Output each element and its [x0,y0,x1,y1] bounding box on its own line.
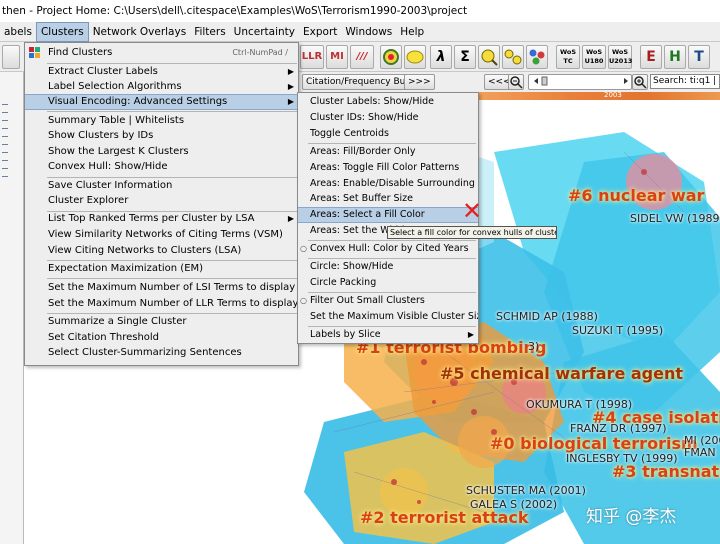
visual-encoding-submenu: Cluster Labels: Show/Hide Cluster IDs: S… [297,92,479,344]
author-label[interactable]: SUZUKI T (1995) [572,324,663,337]
author-label[interactable]: SCHUSTER MA (2001) [466,484,586,497]
next-button[interactable]: >>> [404,74,435,90]
t-button[interactable]: T [688,45,710,69]
author-label[interactable]: FMAN [684,446,716,459]
submenu-item-filter-small[interactable]: ○ Filter Out Small Clusters [298,293,478,309]
left-panel [0,72,24,544]
menu-export[interactable]: Export [299,22,341,42]
menu-item-cluster-explorer[interactable]: Cluster Explorer [25,193,298,209]
menu-item-summarizing-sentences[interactable]: Select Cluster-Summarizing Sentences [25,345,298,361]
yellow-blob-icon[interactable] [404,45,426,69]
menu-help[interactable]: Help [396,22,428,42]
h-button[interactable]: H [664,45,686,69]
zoom-out-icon[interactable] [508,74,524,90]
submenu-item-toggle-centroids[interactable]: Toggle Centroids [298,126,478,142]
submenu-item-circle-show[interactable]: Circle: Show/Hide [298,259,478,275]
colored-nodes-icon[interactable] [526,45,548,69]
menu-item-lsa-networks[interactable]: View Citing Networks to Clusters (LSA) [25,243,298,259]
cluster-label-5[interactable]: #5 chemical warfare agent [440,364,683,383]
close-icon: ✕ [462,197,483,225]
wos-u180-button[interactable]: WoS U180 [582,45,606,69]
slashes-button[interactable]: /// [350,45,374,69]
menu-item-citation-threshold[interactable]: Set Citation Threshold [25,330,298,346]
cluster-label-0[interactable]: #0 biological terrorism [490,434,698,453]
watermark: 知乎 @李杰 [586,507,677,527]
submenu-item-circle-packing[interactable]: Circle Packing [298,275,478,291]
submenu-item-max-visible-size[interactable]: Set the Maximum Visible Cluster Size [298,309,478,325]
yellow-nodes-icon[interactable] [502,45,524,69]
cluster-label-2[interactable]: #2 terrorist attack [360,508,529,527]
find-clusters-icon [28,46,42,66]
menu-item-summary-table[interactable]: Summary Table | Whitelists [25,113,298,129]
e-button[interactable]: E [640,45,662,69]
wos-tc-button[interactable]: WoS TC [556,45,580,69]
mi-button[interactable]: MI [326,45,348,69]
menu-item-label-algorithms[interactable]: Label Selection Algorithms ▶ [25,79,298,95]
zoom-in-icon[interactable] [632,74,648,90]
menu-item-vsm[interactable]: View Similarity Networks of Citing Terms… [25,227,298,243]
radio-icon: ○ [300,244,307,253]
search-blob-icon[interactable] [478,45,500,69]
llr-button[interactable]: LLR [300,45,324,69]
submenu-item-fill-patterns[interactable]: Areas: Toggle Fill Color Patterns [298,160,478,176]
submenu-item-fill-color[interactable]: Areas: Select a Fill Color [298,207,478,223]
submenu-item-labels-by-slice[interactable]: Labels by Slice ▶ [298,327,478,343]
menu-item-convex-hull[interactable]: Convex Hull: Show/Hide [25,159,298,175]
menu-item-lsa-terms[interactable]: List Top Ranked Terms per Cluster by LSA… [25,211,298,227]
menu-windows[interactable]: Windows [341,22,396,42]
search-input[interactable]: Search: ti:q1 | fu:* [650,74,720,89]
menu-item-max-lsi[interactable]: Set the Maximum Number of LSI Terms to d… [25,280,298,296]
menu-item-max-llr[interactable]: Set the Maximum Number of LLR Terms to d… [25,296,298,312]
submenu-item-buffer[interactable]: Areas: Enable/Disable Surrounding Buffer [298,176,478,192]
cluster-label-6[interactable]: #6 nuclear war [568,186,704,205]
menu-bar: abels Clusters Network Overlays Filters … [0,21,720,42]
menu-item-em[interactable]: Expectation Maximization (EM) [25,261,298,277]
radio-icon: ○ [300,296,307,305]
find-clusters-shortcut: Ctrl-NumPad / [232,48,288,57]
menu-item-largest-k[interactable]: Show the Largest K Clusters [25,144,298,160]
tooltip: Select a fill color for convex hulls of … [387,226,557,239]
menu-network-overlays[interactable]: Network Overlays [89,22,190,42]
window-title: then - Project Home: C:\Users\dell\.cite… [0,0,720,22]
wos-u2013-button[interactable]: WoS U2013 [608,45,632,69]
menu-item-show-by-ids[interactable]: Show Clusters by IDs [25,128,298,144]
submenu-item-hull-color-years[interactable]: ○ Convex Hull: Color by Cited Years [298,241,478,257]
menu-item-summarize-single[interactable]: Summarize a Single Cluster [25,314,298,330]
submenu-item-cluster-labels[interactable]: Cluster Labels: Show/Hide [298,94,478,110]
menu-clusters[interactable]: Clusters [35,21,89,42]
cluster-label-3[interactable]: #3 transnatio [612,462,720,481]
menu-item-visual-encoding[interactable]: Visual Encoding: Advanced Settings ▶ [25,94,298,110]
author-label[interactable]: 3) [528,340,539,353]
menu-item-save-cluster-info[interactable]: Save Cluster Information [25,178,298,194]
menu-labels[interactable]: abels [0,22,36,42]
menu-filters[interactable]: Filters [190,22,229,42]
sigma-button[interactable]: Σ [454,45,476,69]
author-label[interactable]: SIDEL VW (1989) [630,212,720,225]
lambda-button[interactable]: λ [430,45,452,69]
menu-uncertainty[interactable]: Uncertainty [230,22,299,42]
toolbar-button-partial[interactable] [2,45,20,69]
author-label[interactable]: SCHMID AP (1988) [496,310,598,323]
submenu-item-fill-border[interactable]: Areas: Fill/Border Only [298,144,478,160]
timeline-year-label: 2003 [604,91,622,99]
circle-color-icon[interactable] [380,45,402,69]
time-slider[interactable] [528,74,632,90]
timeline-bar [478,92,720,100]
submenu-item-cluster-ids[interactable]: Cluster IDs: Show/Hide [298,110,478,126]
menu-item-find-clusters[interactable]: Find Clusters Ctrl-NumPad / [25,45,298,61]
clusters-dropdown-menu: Find Clusters Ctrl-NumPad / Extract Clus… [24,42,299,366]
submenu-item-buffer-size[interactable]: Areas: Set Buffer Size [298,191,478,207]
menu-item-extract-labels[interactable]: Extract Cluster Labels ▶ [25,64,298,80]
